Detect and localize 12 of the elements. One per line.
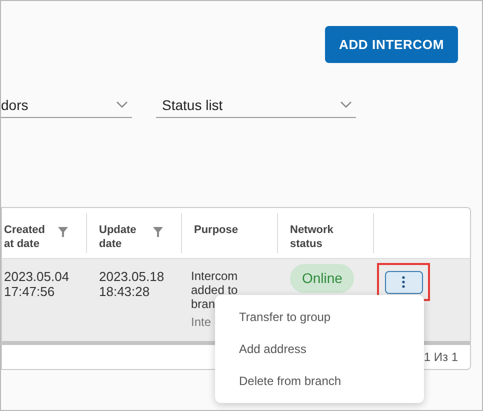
- table-cell-text: Intercom added to bran: [191, 269, 239, 311]
- pagination-text: 1 Из 1: [424, 349, 458, 366]
- table-cell-text: 2023.05.04 17:47:56: [4, 269, 70, 299]
- table-cell: Inte: [191, 315, 212, 329]
- column-title: Created at date: [4, 223, 46, 251]
- column-title: Purpose: [194, 223, 240, 237]
- table-cell-text: 2023.05.18 18:43:28: [99, 269, 166, 299]
- status-badge: Online: [290, 264, 354, 293]
- dropdown-value: Status list: [162, 96, 223, 114]
- column-title: Update date: [99, 223, 138, 251]
- dropdown-value: dors: [1, 96, 28, 114]
- column-title: Network status: [290, 223, 334, 251]
